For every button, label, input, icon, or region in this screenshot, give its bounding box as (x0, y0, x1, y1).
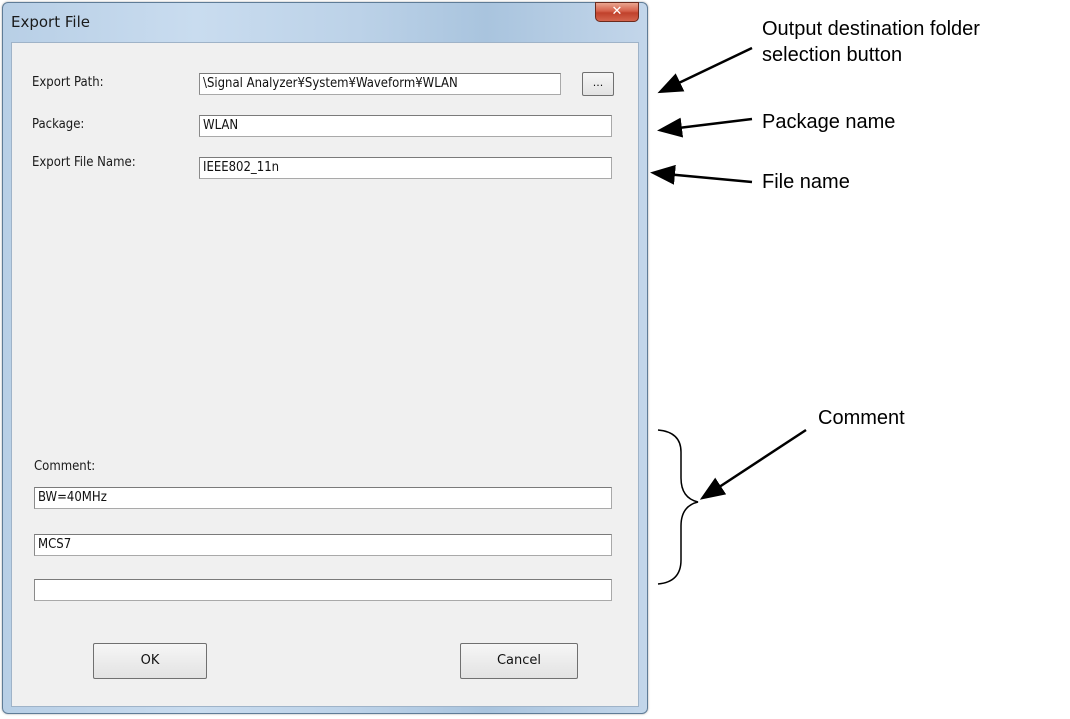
callout-arrows (650, 46, 807, 585)
arrow-to-browse-button (657, 46, 753, 94)
arrow-to-file-name-field (650, 164, 753, 185)
arrow-to-package-field (657, 117, 753, 138)
comment-brace (657, 429, 699, 585)
arrow-to-comment-brace (699, 428, 807, 500)
